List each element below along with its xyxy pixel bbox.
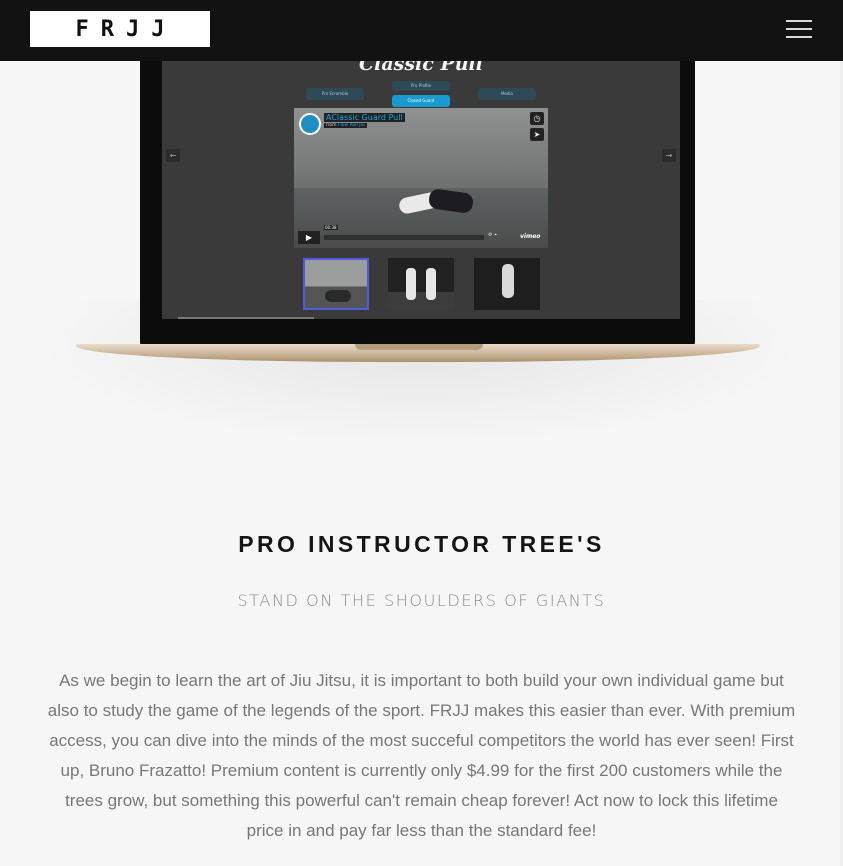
play-icon[interactable]: ▶: [298, 231, 320, 244]
video-time: 00:38: [324, 225, 338, 230]
section-subheading: STAND ON THE SHOULDERS OF GIANTS: [237, 591, 606, 610]
hamburger-icon[interactable]: [786, 18, 812, 40]
logo-link[interactable]: FRJJ: [30, 11, 210, 47]
body-line: As we begin to learn the art of Jiu Jits…: [59, 671, 784, 690]
screen-title: Classic Pull: [359, 61, 483, 75]
video-title[interactable]: AClassic Guard Pull: [324, 113, 405, 122]
body-line: up, Bruno Frazatto! Premium content is c…: [60, 761, 783, 780]
tab-media[interactable]: Media: [478, 88, 536, 100]
vimeo-logo[interactable]: vimeo: [520, 233, 540, 240]
video-player[interactable]: AClassic Guard Pull from Flow Roll Jiu ◷…: [294, 108, 548, 248]
tab-pro-profile[interactable]: Pro Profile: [392, 81, 450, 91]
body-line: also to study the game of the legends of…: [47, 701, 796, 720]
tab-pro-scramble[interactable]: Pro Scramble: [306, 88, 364, 100]
screen-scrollbar[interactable]: [178, 317, 314, 319]
channel-avatar[interactable]: [299, 113, 321, 135]
body-line: trees grow, but something this powerful …: [65, 791, 778, 810]
section-body: As we begin to learn the art of Jiu Jits…: [32, 666, 811, 846]
clock-icon[interactable]: ◷: [530, 112, 544, 125]
send-icon[interactable]: ➤: [530, 128, 544, 141]
settings-icon[interactable]: ⚙ ⌖: [488, 232, 497, 238]
guard-pull-thumb[interactable]: [303, 258, 369, 310]
video-progress-bar[interactable]: [324, 235, 484, 240]
laptop-hinge: [355, 344, 483, 350]
arrow-left-icon[interactable]: ←: [166, 149, 180, 162]
body-line: access, you can dive into the minds of t…: [49, 731, 794, 750]
body-line: price in and pay far less than the stand…: [246, 821, 597, 840]
tab-closed-guard[interactable]: Closed Guard: [392, 95, 450, 107]
logo-text: FRJJ: [75, 16, 177, 42]
standing-thumb[interactable]: [388, 258, 454, 310]
arrow-right-icon[interactable]: →: [662, 149, 676, 162]
video-controls: ▶ 00:38 ⚙ ⌖ vimeo: [298, 225, 544, 245]
overhead-thumb[interactable]: [474, 258, 540, 310]
channel-link[interactable]: Flow Roll Jiu: [338, 123, 365, 128]
from-label: from: [326, 123, 337, 128]
video-frame-fighters: [389, 183, 479, 223]
section-heading: PRO INSTRUCTOR TREE'S: [238, 531, 605, 557]
laptop-screen: Classic Pull Pro Scramble Pro Profile Cl…: [162, 61, 680, 319]
video-from-line: from Flow Roll Jiu: [324, 123, 367, 128]
top-nav-bar: FRJJ: [0, 0, 843, 61]
